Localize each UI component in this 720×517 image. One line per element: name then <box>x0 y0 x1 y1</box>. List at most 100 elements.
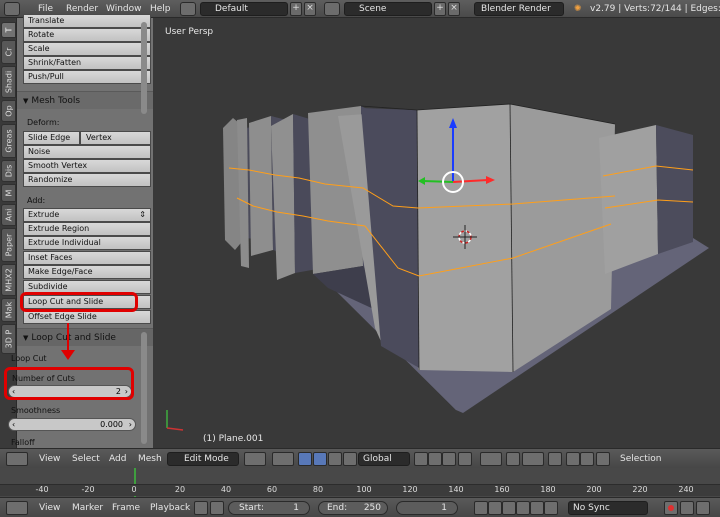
tick-label: -40 <box>35 485 49 494</box>
operator-scrollbar[interactable] <box>141 332 147 444</box>
tab-tools[interactable]: T <box>1 22 16 38</box>
scale-button[interactable]: Scale <box>23 42 151 56</box>
prev-keyframe-icon[interactable] <box>488 501 502 515</box>
snap-toggle-icon[interactable] <box>506 452 520 466</box>
next-keyframe-icon[interactable] <box>530 501 544 515</box>
tools-scrollbar[interactable] <box>141 22 147 114</box>
editor-type-icon[interactable] <box>6 452 28 466</box>
tab-options[interactable]: Op <box>1 100 16 122</box>
scene-selector[interactable]: Scene <box>344 2 432 16</box>
push-pull-button[interactable]: Push/Pull <box>23 70 151 84</box>
tab-mhx2[interactable]: MHX2 <box>1 264 16 296</box>
make-edge-face-button[interactable]: Make Edge/Face <box>23 265 151 279</box>
slide-vertex-button[interactable]: Vertex <box>80 131 151 145</box>
shrink-fatten-button[interactable]: Shrink/Fatten <box>23 56 151 70</box>
sync-mode-selector[interactable]: No Sync <box>568 501 648 515</box>
keying-set-icon[interactable] <box>194 501 208 515</box>
current-frame-field[interactable]: 1 <box>396 501 458 515</box>
tab-m[interactable]: M <box>1 184 16 202</box>
jump-start-icon[interactable] <box>474 501 488 515</box>
preview-range-icon[interactable] <box>210 501 224 515</box>
record-icon[interactable] <box>664 501 678 515</box>
tab-make[interactable]: Mak <box>1 298 16 322</box>
layout-add-button[interactable]: + <box>290 2 302 16</box>
scene-remove-button[interactable]: × <box>448 2 460 16</box>
jump-end-icon[interactable] <box>544 501 558 515</box>
rotate-manipulator-icon[interactable] <box>328 452 342 466</box>
viewport-shading-icon[interactable] <box>244 452 266 466</box>
tick-label: 20 <box>174 485 186 494</box>
block-second-left <box>249 116 273 256</box>
menu-view[interactable]: View <box>39 449 60 469</box>
menu-help[interactable]: Help <box>150 0 171 18</box>
randomize-button[interactable]: Randomize <box>23 173 151 187</box>
end-frame-field[interactable]: End: 250 <box>318 501 388 515</box>
layout-selector[interactable]: Default <box>200 2 288 16</box>
tab-display[interactable]: Dis <box>1 160 16 182</box>
translate-manipulator-icon[interactable] <box>313 452 327 466</box>
scene-icon[interactable] <box>324 2 340 16</box>
limit-selection-icon[interactable] <box>458 452 472 466</box>
face-select-icon[interactable] <box>442 452 456 466</box>
blender-logo-icon: ✺ <box>574 4 582 14</box>
proportional-editing-icon[interactable] <box>480 452 502 466</box>
menu-marker[interactable]: Marker <box>72 498 103 517</box>
play-icon[interactable] <box>516 501 530 515</box>
translate-button[interactable]: Translate <box>23 14 151 28</box>
layer-icon[interactable] <box>596 452 610 466</box>
vertex-select-icon[interactable] <box>414 452 428 466</box>
info-editor-icon[interactable] <box>4 2 20 16</box>
manipulator-toggle-icon[interactable] <box>298 452 312 466</box>
editor-type-icon[interactable] <box>6 501 28 515</box>
scene-add-button[interactable]: + <box>434 2 446 16</box>
mesh-tools-header[interactable]: ▼ Mesh Tools <box>17 91 153 109</box>
render-engine-selector[interactable]: Blender Render <box>474 2 564 16</box>
tick-label: 120 <box>402 485 418 494</box>
play-reverse-icon[interactable] <box>502 501 516 515</box>
rotate-button[interactable]: Rotate <box>23 28 151 42</box>
last-operator-header[interactable]: ▼ Loop Cut and Slide <box>17 328 153 346</box>
menu-playback[interactable]: Playback <box>150 498 190 517</box>
smoothness-field[interactable]: ‹ 0.000 › <box>8 418 136 431</box>
layer-icon[interactable] <box>580 452 594 466</box>
start-frame-field[interactable]: Start: 1 <box>228 501 310 515</box>
layout-remove-button[interactable]: × <box>304 2 316 16</box>
smooth-vertex-button[interactable]: Smooth Vertex <box>23 159 151 173</box>
slide-edge-button[interactable]: Slide Edge <box>23 131 80 145</box>
transform-orientation-selector[interactable]: Global <box>358 452 410 466</box>
tab-animation[interactable]: Ani <box>1 204 16 226</box>
interaction-mode-selector[interactable]: Edit Mode <box>167 452 239 466</box>
extrude-dropdown[interactable]: Extrude ⇕ <box>23 208 151 222</box>
menu-mesh[interactable]: Mesh <box>138 449 162 469</box>
layout-icon[interactable] <box>180 2 196 16</box>
tab-grease-pencil[interactable]: Greas <box>1 124 16 158</box>
menu-select[interactable]: Select <box>72 449 100 469</box>
tab-shading[interactable]: Shadi <box>1 66 16 98</box>
decrement-arrow-icon[interactable]: ‹ <box>12 419 15 430</box>
timeline-ruler[interactable]: -40 -20 0 20 40 60 80 100 120 140 160 18… <box>0 484 720 496</box>
extrude-region-button[interactable]: Extrude Region <box>23 222 151 236</box>
inset-faces-button[interactable]: Inset Faces <box>23 251 151 265</box>
annotation-arrow-head-icon <box>61 350 75 360</box>
noise-button[interactable]: Noise <box>23 145 151 159</box>
menu-view[interactable]: View <box>39 498 60 517</box>
keyframe-icon[interactable] <box>680 501 694 515</box>
snap-element-icon[interactable] <box>522 452 544 466</box>
edge-select-icon[interactable] <box>428 452 442 466</box>
layer-icon[interactable] <box>566 452 580 466</box>
timeline-area[interactable]: -40 -20 0 20 40 60 80 100 120 140 160 18… <box>0 468 720 497</box>
extrude-individual-button[interactable]: Extrude Individual <box>23 236 151 250</box>
tab-3d-print[interactable]: 3D P <box>1 324 16 354</box>
scale-manipulator-icon[interactable] <box>343 452 357 466</box>
tab-paper[interactable]: Paper <box>1 228 16 262</box>
pivot-point-icon[interactable] <box>272 452 294 466</box>
menu-frame[interactable]: Frame <box>112 498 140 517</box>
mesh-scene[interactable] <box>153 18 720 448</box>
3d-viewport[interactable]: User Persp (1) Plane.001 <box>153 18 720 448</box>
tab-create[interactable]: Cr <box>1 40 16 64</box>
opengl-render-icon[interactable] <box>548 452 562 466</box>
keying-icon[interactable] <box>696 501 710 515</box>
increment-arrow-icon[interactable]: › <box>129 419 132 430</box>
offset-edge-slide-button[interactable]: Offset Edge Slide <box>23 310 151 324</box>
menu-add[interactable]: Add <box>109 449 126 469</box>
